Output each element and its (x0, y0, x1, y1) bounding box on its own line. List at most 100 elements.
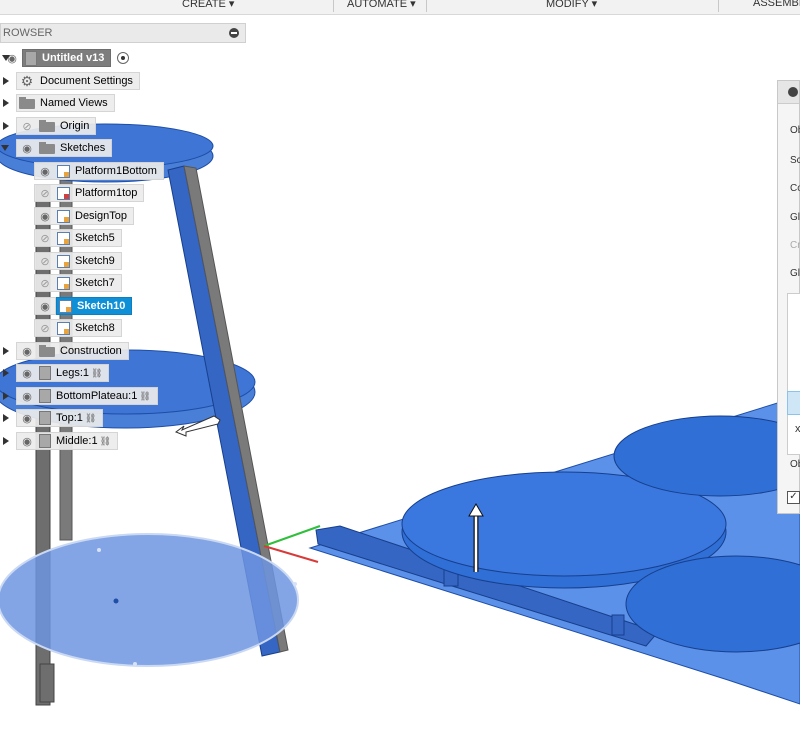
expand-arrow-icon[interactable] (3, 414, 9, 422)
sketch-chip[interactable]: ◉ (34, 297, 56, 315)
sketch-item[interactable]: ⊘ Sketch7 (34, 274, 122, 292)
panel-item[interactable]: Gl (790, 212, 800, 223)
sketch-chip[interactable]: ⊘ Sketch8 (34, 319, 122, 337)
stool-bottom-plateau[interactable] (0, 533, 299, 667)
checkbox[interactable]: ✓ (787, 491, 800, 504)
gear-icon: ⚙ (20, 73, 34, 89)
sketch-chip[interactable]: ⊘ Platform1top (34, 184, 145, 202)
named-views-chip[interactable]: Named Views (16, 94, 115, 112)
panel-item[interactable]: Ob (790, 459, 800, 470)
sketch-point (97, 548, 101, 552)
modify-menu[interactable]: MODIFY ▾ (546, 0, 597, 10)
selected-sketch-chip[interactable]: Sketch10 (56, 297, 133, 315)
toolbar-divider (333, 0, 334, 12)
sketch-item[interactable]: ⊘ Sketch5 (34, 229, 122, 247)
sketch-chip[interactable]: ◉ Platform1Bottom (34, 162, 164, 180)
minimize-icon[interactable] (229, 28, 239, 38)
component-icon (39, 389, 51, 403)
sketch-item[interactable]: ⊘ Platform1top (34, 184, 145, 202)
sketch-label: Sketch7 (75, 277, 115, 289)
document-settings-chip[interactable]: ⚙ Document Settings (16, 72, 140, 90)
component-icon (39, 434, 51, 448)
expand-arrow-icon[interactable] (3, 99, 9, 107)
middle-chip[interactable]: ◉ Middle:1 ⛓ (16, 432, 119, 450)
3d-viewport[interactable] (0, 15, 800, 749)
legs-label: Legs:1 (56, 367, 90, 379)
expand-arrow-icon[interactable] (3, 347, 9, 355)
eye-icon[interactable]: ◉ (17, 345, 37, 358)
sketch-chip[interactable]: ◉ DesignTop (34, 207, 134, 225)
expand-arrow-icon[interactable] (3, 122, 9, 130)
sketch-item[interactable]: ⊘ Sketch8 (34, 319, 122, 337)
origin-label: Origin (60, 120, 90, 132)
folder-icon (39, 120, 55, 132)
create-menu[interactable]: CREATE ▾ (182, 0, 234, 10)
active-radio-icon[interactable] (117, 52, 130, 64)
expand-arrow-icon[interactable] (3, 77, 9, 85)
minimize-icon[interactable] (788, 87, 798, 97)
expand-arrow-icon[interactable] (3, 392, 9, 400)
automate-menu[interactable]: AUTOMATE ▾ (347, 0, 416, 10)
browser-item-legs[interactable]: ◉ Legs:1 ⛓ (0, 364, 110, 382)
eye-icon[interactable]: ◉ (35, 210, 55, 223)
browser-item-construction[interactable]: ◉ Construction (0, 342, 129, 360)
construction-chip[interactable]: ◉ Construction (16, 342, 129, 360)
eye-icon[interactable]: ◉ (17, 390, 37, 403)
eye-icon[interactable]: ◉ (17, 142, 37, 155)
top-label: Top:1 (56, 412, 83, 424)
sketch-chip[interactable]: ⊘ Sketch9 (34, 252, 122, 270)
eye-icon[interactable]: ◉ (17, 435, 37, 448)
eye-icon[interactable]: ◉ (17, 367, 37, 380)
bottom-plateau-chip[interactable]: ◉ BottomPlateau:1 ⛓ (16, 387, 158, 405)
browser-item-sketches[interactable]: ◉ Sketches (0, 139, 113, 157)
expand-arrow-icon[interactable] (3, 437, 9, 445)
panel-item[interactable]: Sc (790, 155, 800, 166)
panel-item[interactable]: Gl (790, 268, 800, 279)
eye-hidden-icon[interactable]: ⊘ (35, 187, 55, 200)
sketch-item-selected[interactable]: ◉ Sketch10 (34, 297, 133, 315)
link-icon: ⛓ (139, 390, 151, 401)
panel-list-selected-row[interactable] (787, 391, 800, 415)
eye-hidden-icon[interactable]: ⊘ (35, 255, 55, 268)
browser-root[interactable]: ◉ Untitled v13 (0, 49, 130, 67)
sketch-item[interactable]: ◉ Platform1Bottom (34, 162, 164, 180)
root-label: Untitled v13 (42, 52, 105, 64)
middle-label: Middle:1 (56, 435, 98, 447)
eye-hidden-icon[interactable]: ⊘ (35, 277, 55, 290)
browser-item-document-settings[interactable]: ⚙ Document Settings (0, 72, 140, 90)
panel-item[interactable]: Obj (790, 125, 800, 136)
sketch-chip[interactable]: ⊘ Sketch5 (34, 229, 122, 247)
legs-chip[interactable]: ◉ Legs:1 ⛓ (16, 364, 110, 382)
panel-item-disabled: Cr (790, 240, 800, 251)
folder-icon (39, 142, 55, 154)
sketch-item[interactable]: ⊘ Sketch9 (34, 252, 122, 270)
assemble-menu[interactable]: ASSEMBL (753, 0, 800, 9)
browser-item-bottom-plateau[interactable]: ◉ BottomPlateau:1 ⛓ (0, 387, 158, 405)
sketch-chip[interactable]: ⊘ Sketch7 (34, 274, 122, 292)
sketches-chip[interactable]: ◉ Sketches (16, 139, 113, 157)
eye-icon[interactable]: ◉ (35, 165, 55, 178)
eye-icon[interactable]: ◉ (35, 300, 55, 313)
top-chip[interactable]: ◉ Top:1 ⛓ (16, 409, 104, 427)
browser-item-top[interactable]: ◉ Top:1 ⛓ (0, 409, 104, 427)
remove-icon[interactable]: x (795, 423, 800, 435)
panel-item[interactable]: Co (790, 183, 800, 194)
eye-hidden-icon[interactable]: ⊘ (17, 120, 37, 133)
root-chip[interactable]: Untitled v13 (22, 49, 112, 67)
collapse-arrow-icon[interactable] (1, 145, 9, 151)
stool-leg-bottom-stub[interactable] (39, 663, 55, 703)
browser-item-middle[interactable]: ◉ Middle:1 ⛓ (0, 432, 119, 450)
folder-icon (19, 97, 35, 109)
expand-arrow-icon[interactable] (3, 369, 9, 377)
origin-chip[interactable]: ⊘ Origin (16, 117, 97, 135)
browser-item-origin[interactable]: ⊘ Origin (0, 117, 97, 135)
browser-item-named-views[interactable]: Named Views (0, 94, 115, 112)
sketch-item[interactable]: ◉ DesignTop (34, 207, 134, 225)
component-icon (39, 366, 51, 380)
eye-hidden-icon[interactable]: ⊘ (35, 232, 55, 245)
toolbar-divider (426, 0, 427, 12)
eye-hidden-icon[interactable]: ⊘ (35, 322, 55, 335)
browser-title: ROWSER (3, 27, 53, 39)
eye-icon[interactable]: ◉ (17, 412, 37, 425)
collapse-arrow-icon[interactable] (2, 55, 10, 61)
